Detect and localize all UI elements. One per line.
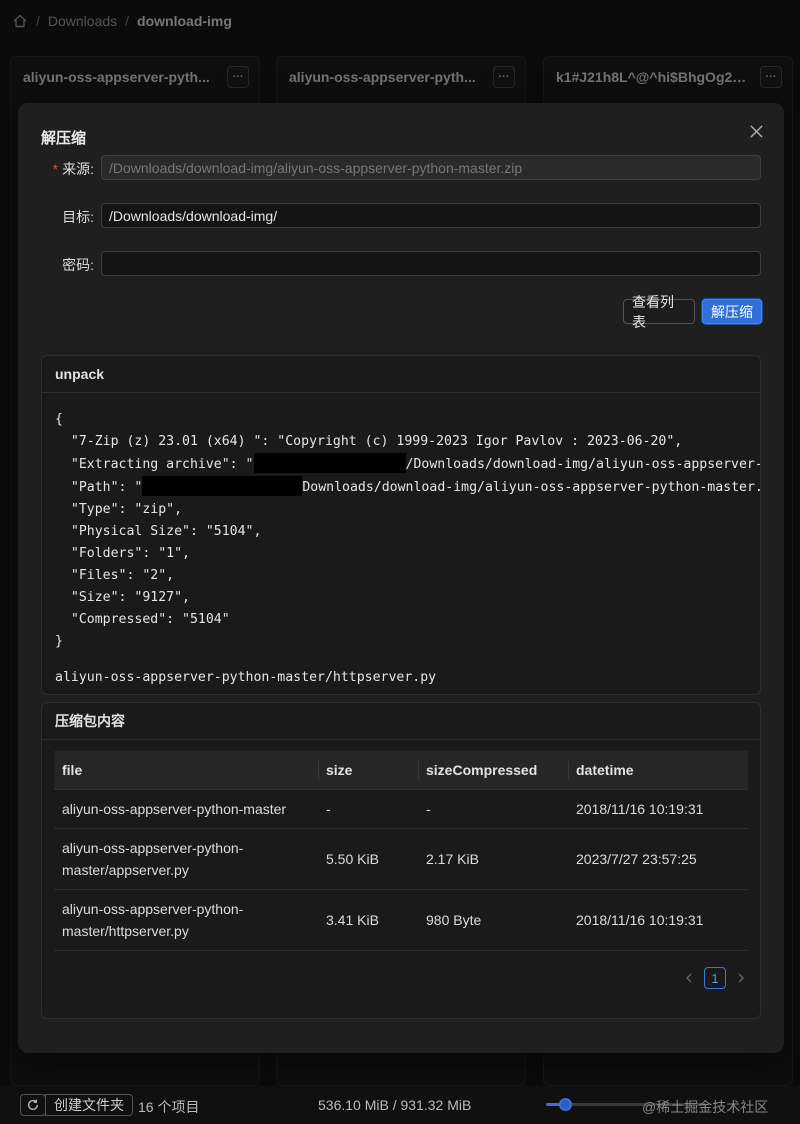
code-line: "Path": " Downloads/download-img/aliyun-o…: [55, 476, 760, 499]
code-line: {: [55, 412, 63, 427]
cell-size-compressed: -: [418, 789, 568, 829]
column-header-file[interactable]: file: [54, 751, 318, 790]
cell-size-compressed: 980 Byte: [418, 889, 568, 951]
source-input: [101, 155, 761, 180]
pagination: 1: [684, 967, 746, 989]
column-header-size[interactable]: size: [318, 751, 418, 790]
unpack-output: { "7-Zip (z) 23.01 (x64) ": "Copyright (…: [42, 393, 760, 689]
cell-size: 3.41 KiB: [318, 889, 418, 951]
code-line: "Physical Size": "5104",: [55, 524, 262, 539]
password-input[interactable]: [101, 251, 761, 276]
code-line: "Folders": "1",: [55, 546, 190, 561]
archive-table: file size sizeCompressed datetime aliyun…: [54, 751, 748, 951]
cell-datetime: 2018/11/16 10:19:31: [568, 889, 748, 951]
source-row: * 来源:: [18, 155, 784, 181]
code-line: "Type": "zip",: [55, 502, 183, 517]
unpack-button[interactable]: 解压缩: [702, 299, 762, 324]
cell-datetime: 2023/7/27 23:57:25: [568, 828, 748, 890]
close-icon[interactable]: [746, 121, 766, 141]
unpack-panel-title: unpack: [42, 356, 760, 393]
new-folder-button[interactable]: 创建文件夹: [45, 1094, 133, 1116]
page-button-current[interactable]: 1: [704, 967, 726, 989]
refresh-button[interactable]: [20, 1094, 46, 1116]
code-line: }: [55, 634, 63, 649]
status-bar: 创建文件夹 16 个项目 536.10 MiB / 931.32 MiB @稀土…: [0, 1086, 800, 1124]
unpack-dialog: 解压缩 *来源: 目标: 密码: 查看列表 解压缩 unpack { "7-Zi…: [18, 103, 784, 1053]
column-header-size-compressed[interactable]: sizeCompressed: [418, 751, 568, 790]
target-row: 目标:: [18, 203, 784, 229]
chevron-right-icon[interactable]: [736, 973, 746, 983]
dialog-title: 解压缩: [41, 130, 87, 147]
code-line: "Compressed": "5104": [55, 612, 230, 627]
contents-panel-title: 压缩包内容: [42, 703, 760, 740]
cell-size: -: [318, 789, 418, 829]
table-row[interactable]: aliyun-oss-appserver-python-master - - 2…: [54, 789, 748, 829]
target-input[interactable]: [101, 203, 761, 228]
view-list-button[interactable]: 查看列表: [623, 294, 695, 330]
archive-contents-panel: 压缩包内容 file size sizeCompressed datetime …: [41, 702, 761, 1019]
cell-size: 5.50 KiB: [318, 828, 418, 890]
password-row: 密码:: [18, 251, 784, 277]
source-label: * 来源:: [52, 161, 94, 177]
cell-datetime: 2018/11/16 10:19:31: [568, 789, 748, 829]
unpack-output-panel: unpack { "7-Zip (z) 23.01 (x64) ": "Copy…: [41, 355, 761, 695]
code-line: aliyun-oss-appserver-python-master/https…: [55, 670, 437, 685]
zoom-slider-thumb[interactable]: [559, 1098, 573, 1111]
refresh-icon: [27, 1099, 39, 1110]
target-label: 目标:: [62, 209, 94, 225]
code-line: "7-Zip (z) 23.01 (x64) ": "Copyright (c)…: [55, 434, 683, 449]
column-header-datetime[interactable]: datetime: [568, 751, 748, 790]
code-line: "Size": "9127",: [55, 590, 190, 605]
cell-size-compressed: 2.17 KiB: [418, 828, 568, 890]
chevron-left-icon[interactable]: [684, 973, 694, 983]
table-header-row: file size sizeCompressed datetime: [54, 751, 748, 790]
cell-file: aliyun-oss-appserver-python-master: [54, 789, 318, 829]
storage-usage: 536.10 MiB / 931.32 MiB: [318, 1097, 472, 1113]
redacted-block: [142, 476, 303, 496]
required-mark: *: [52, 161, 59, 177]
password-label: 密码:: [62, 257, 94, 273]
code-line: "Extracting archive": "/Downloads/downlo…: [55, 453, 760, 476]
watermark: @稀土掘金技术社区: [642, 1099, 769, 1115]
table-row[interactable]: aliyun-oss-appserver-python-master/https…: [54, 889, 748, 951]
table-row[interactable]: aliyun-oss-appserver-python-master/appse…: [54, 828, 748, 890]
item-count: 16 个项目: [138, 1099, 200, 1115]
code-line: "Files": "2",: [55, 568, 175, 583]
cell-file: aliyun-oss-appserver-python-master/https…: [54, 889, 318, 951]
redacted-block: [253, 453, 406, 473]
cell-file: aliyun-oss-appserver-python-master/appse…: [54, 828, 318, 890]
